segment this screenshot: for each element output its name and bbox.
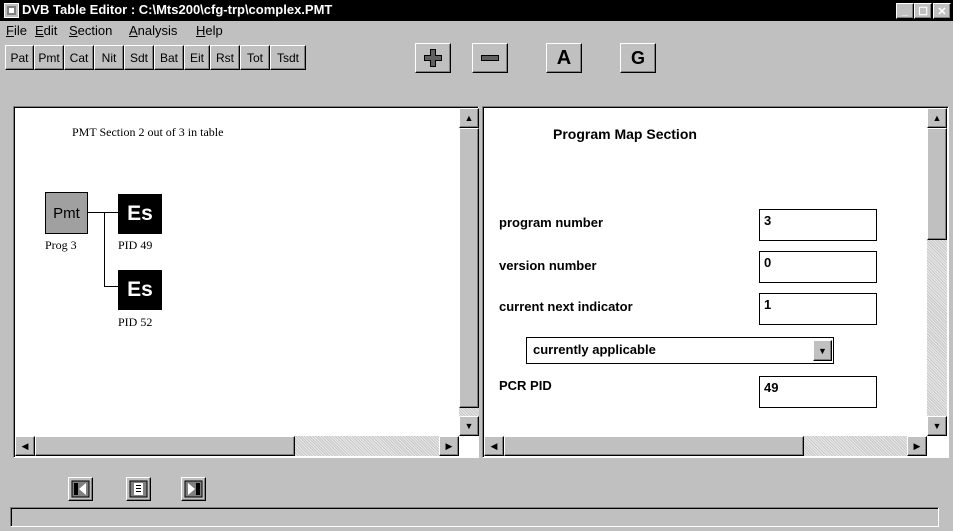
menu-section[interactable]: Section <box>69 23 112 38</box>
tab-tot[interactable]: Tot <box>240 45 270 70</box>
arrow-up-icon: ▲ <box>464 113 474 123</box>
arrow-left-icon: ◀ <box>490 440 498 451</box>
es-node-label: PID 52 <box>118 315 153 329</box>
window-title: DVB Table Editor : C:\Mts200\cfg-trp\com… <box>22 2 333 17</box>
maximize-icon: ☐ <box>918 5 928 18</box>
scroll-up-button[interactable]: ▲ <box>927 108 947 128</box>
tab-nit[interactable]: Nit <box>94 45 124 70</box>
a-button[interactable]: A <box>546 43 582 73</box>
form-view: Program Map Section program number 3 ver… <box>484 108 927 436</box>
field-label: PCR PID <box>499 378 552 393</box>
scroll-thumb[interactable] <box>504 436 804 456</box>
scroll-thumb[interactable] <box>35 436 295 456</box>
current-next-indicator-input[interactable]: 1 <box>759 293 877 325</box>
menu-bar: File Edit Section Analysis Help <box>0 21 953 41</box>
plus-icon <box>424 49 442 67</box>
pmt-node-label: Prog 3 <box>45 238 77 252</box>
scroll-left-button[interactable]: ◀ <box>15 436 35 456</box>
es-node[interactable]: Es <box>118 194 162 234</box>
arrow-right-icon: ▶ <box>445 440 453 451</box>
es-node[interactable]: Es <box>118 270 162 310</box>
section-list-icon <box>129 480 148 498</box>
tree-view[interactable]: PMT Section 2 out of 3 in table Pmt Prog… <box>15 108 459 436</box>
dropdown-button[interactable]: ▼ <box>813 340 832 361</box>
program-number-input[interactable]: 3 <box>759 209 877 241</box>
tree-connector <box>88 212 118 213</box>
scroll-right-button[interactable]: ▶ <box>907 436 927 456</box>
first-section-button[interactable] <box>68 477 93 501</box>
minus-icon <box>481 55 499 61</box>
maximize-button[interactable]: ☐ <box>914 3 932 19</box>
title-bar[interactable]: DVB Table Editor : C:\Mts200\cfg-trp\com… <box>0 0 953 21</box>
status-bar <box>10 507 939 527</box>
scroll-down-button[interactable]: ▼ <box>927 416 947 436</box>
menu-analysis[interactable]: Analysis <box>129 23 177 38</box>
applicability-select[interactable]: currently applicable <box>526 337 834 364</box>
arrow-down-icon: ▼ <box>464 421 474 431</box>
tab-tsdt[interactable]: Tsdt <box>270 45 306 70</box>
tree-connector <box>104 286 118 287</box>
chevron-down-icon: ▼ <box>818 345 827 356</box>
tree-connector <box>104 212 105 286</box>
scroll-thumb[interactable] <box>459 128 479 408</box>
tab-bat[interactable]: Bat <box>154 45 184 70</box>
tab-rst[interactable]: Rst <box>210 45 240 70</box>
close-button[interactable]: ✕ <box>933 3 951 19</box>
pcr-pid-input[interactable]: 49 <box>759 376 877 408</box>
es-node-label: PID 49 <box>118 238 153 252</box>
tab-pmt[interactable]: Pmt <box>34 45 64 70</box>
pmt-node[interactable]: Pmt <box>45 192 88 234</box>
field-label: program number <box>499 215 604 230</box>
section-caption: PMT Section 2 out of 3 in table <box>72 125 224 139</box>
scroll-right-button[interactable]: ▶ <box>439 436 459 456</box>
menu-help[interactable]: Help <box>196 23 223 38</box>
arrow-right-icon: ▶ <box>913 440 921 451</box>
section-list-button[interactable] <box>126 477 151 501</box>
scroll-thumb[interactable] <box>927 128 947 240</box>
last-section-icon <box>184 480 203 498</box>
scroll-left-button[interactable]: ◀ <box>484 436 504 456</box>
tab-eit[interactable]: Eit <box>184 45 210 70</box>
arrow-up-icon: ▲ <box>932 113 942 123</box>
form-title: Program Map Section <box>553 126 697 142</box>
menu-file[interactable]: File <box>6 23 27 38</box>
close-icon: ✕ <box>937 5 947 18</box>
scroll-down-button[interactable]: ▼ <box>459 416 479 436</box>
field-label: version number <box>499 258 597 273</box>
last-section-button[interactable] <box>181 477 206 501</box>
field-label: current next indicator <box>499 299 633 314</box>
tab-pat[interactable]: Pat <box>5 45 34 70</box>
arrow-down-icon: ▼ <box>932 421 942 431</box>
arrow-left-icon: ◀ <box>21 440 29 451</box>
add-button[interactable] <box>415 43 451 73</box>
minimize-icon: _ <box>901 5 909 17</box>
first-section-icon <box>71 480 90 498</box>
tab-cat[interactable]: Cat <box>64 45 94 70</box>
g-button[interactable]: G <box>620 43 656 73</box>
menu-edit[interactable]: Edit <box>35 23 57 38</box>
remove-button[interactable] <box>472 43 508 73</box>
minimize-button[interactable]: _ <box>896 3 914 19</box>
app-icon[interactable] <box>4 3 19 18</box>
version-number-input[interactable]: 0 <box>759 251 877 283</box>
scroll-up-button[interactable]: ▲ <box>459 108 479 128</box>
tab-sdt[interactable]: Sdt <box>124 45 154 70</box>
